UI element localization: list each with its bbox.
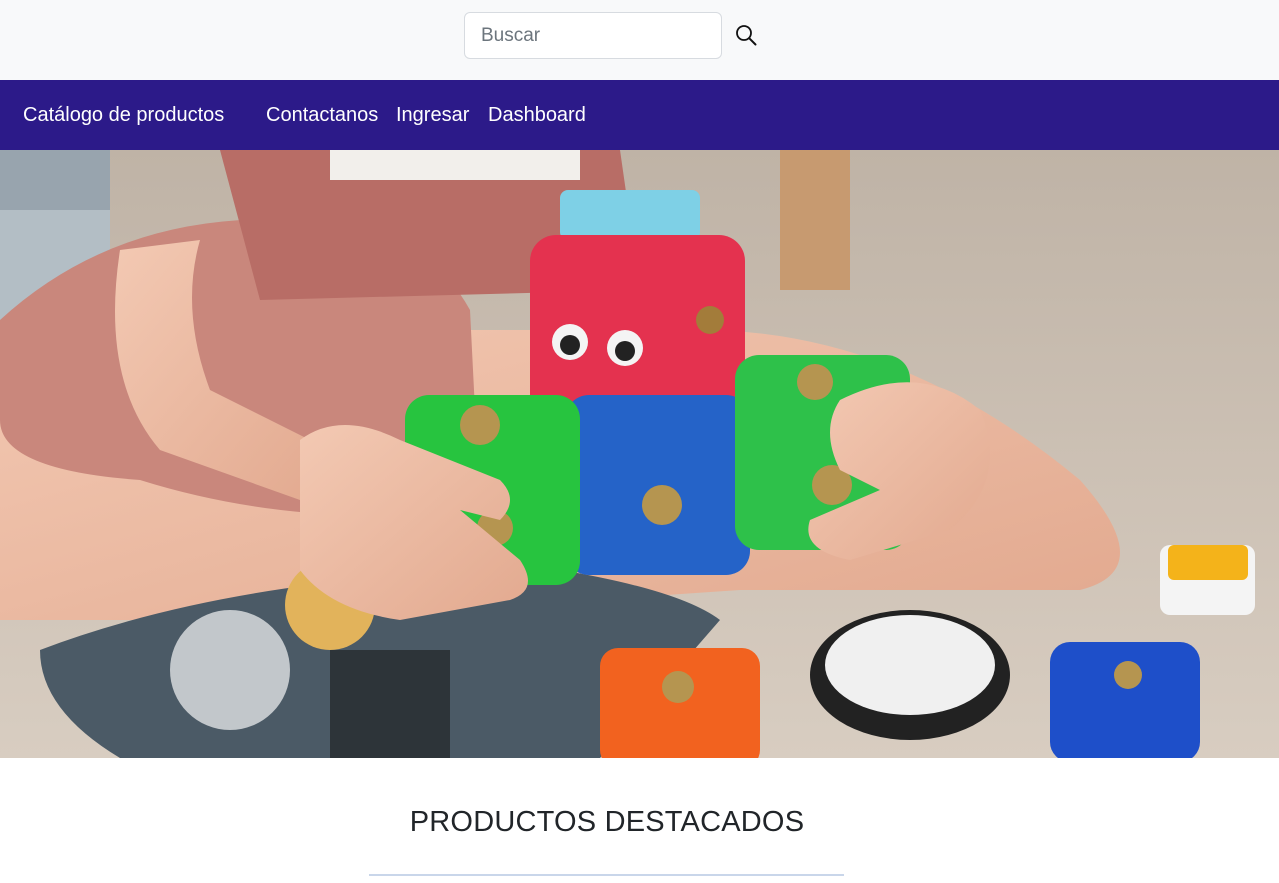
- nav-link-dashboard[interactable]: Dashboard: [488, 80, 586, 150]
- search-icon: [735, 24, 757, 49]
- main-navbar: Catálogo de productos Contactanos Ingres…: [0, 80, 1279, 150]
- search-input[interactable]: [464, 12, 722, 59]
- search-button[interactable]: [730, 20, 762, 52]
- hero-image: [0, 150, 1279, 758]
- top-search-bar: [0, 0, 1279, 80]
- section-divider: [369, 874, 844, 876]
- nav-link-contactanos[interactable]: Contactanos: [266, 80, 378, 150]
- hero-banner: [0, 150, 1279, 758]
- navbar-brand[interactable]: Catálogo de productos: [23, 80, 224, 150]
- nav-link-ingresar[interactable]: Ingresar: [396, 80, 469, 150]
- featured-products-title: PRODUCTOS DESTACADOS: [409, 806, 805, 838]
